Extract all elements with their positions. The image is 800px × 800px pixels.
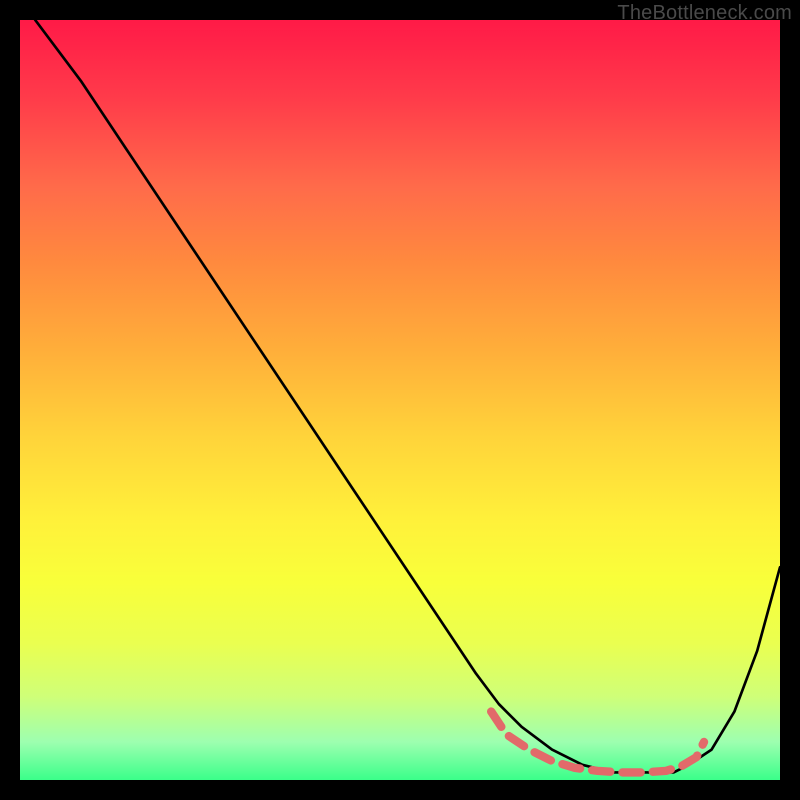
chart-container: TheBottleneck.com: [0, 0, 800, 800]
chart-svg: [20, 20, 780, 780]
watermark-text: TheBottleneck.com: [617, 2, 792, 25]
bottleneck-curve-path: [35, 20, 780, 772]
bottleneck-highlight-path: [491, 712, 704, 773]
